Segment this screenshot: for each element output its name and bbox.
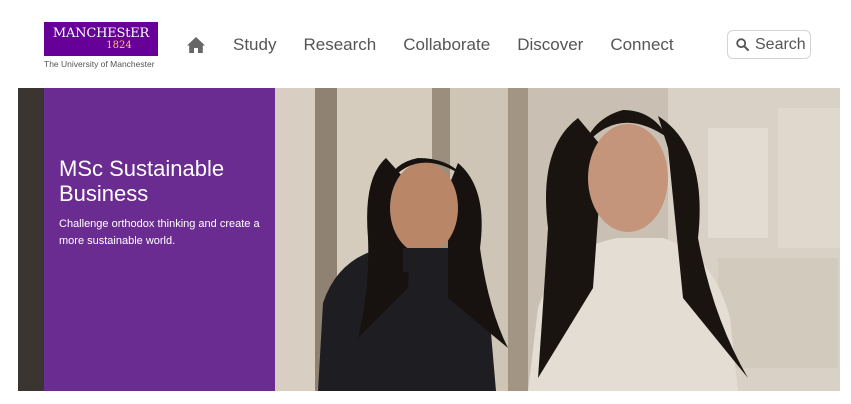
main-nav: Study Research Collaborate Discover Conn… [233,34,674,56]
search-button[interactable]: Search [727,30,811,59]
hero-title: MSc Sustainable Business [59,156,225,206]
site-header: MANCHEStER 1824 The University of Manche… [0,0,851,88]
nav-item-discover[interactable]: Discover [517,34,583,56]
logo-wordmark: MANCHEStER [52,26,150,41]
search-label: Search [755,35,806,53]
search-icon [736,38,749,51]
nav-item-collaborate[interactable]: Collaborate [403,34,490,56]
logo-caption: The University of Manchester [44,59,155,69]
home-icon[interactable] [186,36,206,54]
logo-year: 1824 [106,40,132,51]
hero-description: Challenge orthodox thinking and create a… [59,218,260,247]
hero-banner: MSc Sustainable Business Challenge ortho… [18,88,840,391]
nav-item-study[interactable]: Study [233,34,276,56]
university-logo[interactable]: MANCHEStER 1824 [44,22,158,56]
nav-item-connect[interactable]: Connect [610,34,673,56]
nav-item-research[interactable]: Research [303,34,376,56]
promo-panel: MSc Sustainable Business Challenge ortho… [44,88,275,391]
